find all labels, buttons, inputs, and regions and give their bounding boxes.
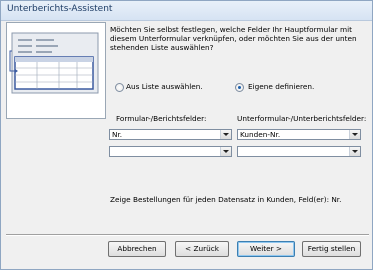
- sub-field-select-1[interactable]: Kunden-Nr.: [237, 129, 361, 140]
- divider: [6, 234, 369, 236]
- finish-button[interactable]: Fertig stellen: [302, 241, 361, 257]
- link-summary-text: Zeige Bestellungen für jeden Datensatz i…: [110, 195, 342, 204]
- question-line-1: Möchten Sie selbst festlegen, welche Fel…: [110, 25, 353, 34]
- title-bar[interactable]: Unterberichts-Assistent: [1, 1, 372, 21]
- wizard-window: Unterberichts-Assistent Möchten Sie selb…: [0, 0, 373, 270]
- next-button[interactable]: Weiter >: [237, 241, 295, 257]
- radio-define-own[interactable]: [235, 83, 244, 92]
- cancel-button[interactable]: Abbrechen: [108, 241, 166, 257]
- chevron-down-icon[interactable]: [349, 147, 360, 156]
- radio-from-list[interactable]: [115, 83, 124, 92]
- main-fields-header: Formular-/Berichtsfelder:: [116, 114, 207, 123]
- sub-fields-header: Unterformular-/Unterberichtsfelder:: [237, 114, 367, 123]
- main-field-select-1[interactable]: Nr.: [109, 129, 232, 140]
- chevron-down-icon[interactable]: [220, 147, 231, 156]
- main-field-select-2[interactable]: [109, 146, 232, 157]
- question-line-2: diesem Unterformular verknüpfen, oder mö…: [110, 34, 357, 43]
- radio-define-own-label[interactable]: Eigene definieren.: [248, 82, 314, 91]
- radio-selected-dot: [238, 86, 241, 89]
- chevron-down-icon[interactable]: [220, 130, 231, 139]
- chevron-down-icon[interactable]: [349, 130, 360, 139]
- main-field-select-1-value: Nr.: [112, 130, 123, 139]
- wizard-illustration: [6, 22, 106, 119]
- form-subform-illustration-icon: [7, 23, 105, 118]
- sub-field-select-2[interactable]: [237, 146, 361, 157]
- sub-field-select-1-value: Kunden-Nr.: [240, 130, 281, 139]
- question-line-3: stehenden Liste auswählen?: [110, 43, 214, 52]
- window-title: Unterberichts-Assistent: [7, 4, 113, 14]
- radio-from-list-label[interactable]: Aus Liste auswählen.: [126, 82, 203, 91]
- back-button[interactable]: < Zurück: [175, 241, 229, 257]
